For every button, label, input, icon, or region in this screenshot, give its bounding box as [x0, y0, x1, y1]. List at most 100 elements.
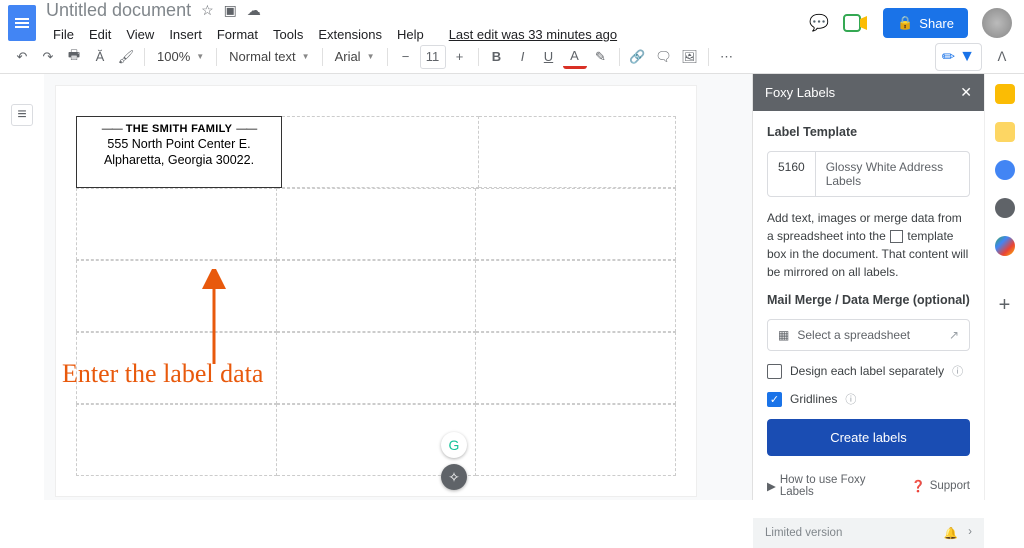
undo-icon[interactable]: ↶ [10, 45, 34, 69]
version-label: Limited version [765, 527, 842, 539]
more-icon[interactable]: ⋯ [715, 45, 739, 69]
last-edit-link[interactable]: Last edit was 33 minutes ago [442, 23, 624, 46]
font-size-inc[interactable]: + [448, 45, 472, 69]
hide-menus-icon[interactable]: ᐱ [990, 45, 1014, 69]
document-title[interactable]: Untitled document [46, 0, 191, 21]
meet-icon[interactable] [843, 13, 869, 33]
lock-icon: 🔒 [897, 15, 913, 31]
label-cell[interactable] [277, 260, 477, 332]
comment-icon[interactable]: 🗨 [652, 45, 676, 69]
document-canvas[interactable]: THE SMITH FAMILY 555 North Point Center … [44, 74, 752, 500]
style-select[interactable]: Normal text▼ [223, 49, 315, 64]
create-labels-button[interactable]: Create labels [767, 419, 970, 456]
print-icon[interactable]: 🖶 [62, 45, 86, 69]
label-cell[interactable] [476, 188, 676, 260]
label-cell[interactable] [76, 260, 277, 332]
move-icon[interactable]: ▣ [224, 2, 237, 19]
label-cell[interactable] [476, 404, 676, 476]
menu-help[interactable]: Help [390, 23, 431, 46]
menu-view[interactable]: View [119, 23, 161, 46]
open-external-icon[interactable]: ↗ [949, 328, 959, 342]
howto-link[interactable]: ▶ How to use Foxy Labels [767, 474, 897, 498]
sidebar-title: Foxy Labels [765, 85, 835, 100]
template-code: 5160 [768, 152, 816, 196]
menu-bar: File Edit View Insert Format Tools Exten… [46, 23, 624, 46]
info-icon[interactable]: ⓘ [952, 363, 963, 379]
label-line-3: Alpharetta, Georgia 30022. [81, 153, 277, 167]
label-cell[interactable] [476, 260, 676, 332]
font-size-dec[interactable]: − [394, 45, 418, 69]
account-avatar[interactable] [982, 8, 1012, 38]
template-name: Glossy White Address Labels [816, 152, 969, 196]
font-size-input[interactable]: 11 [420, 45, 446, 69]
redo-icon[interactable]: ↷ [36, 45, 60, 69]
annotation-text: Enter the label data [62, 359, 263, 389]
template-selector[interactable]: 5160 Glossy White Address Labels [767, 151, 970, 197]
menu-edit[interactable]: Edit [82, 23, 118, 46]
spreadsheet-placeholder: Select a spreadsheet [797, 328, 910, 342]
opt-separate-label: Design each label separately [790, 364, 944, 378]
left-gutter: ≡ [0, 74, 44, 500]
mode-select[interactable]: ✏ ▼ [935, 43, 982, 71]
contacts-icon[interactable] [995, 198, 1015, 218]
grammarly-icon[interactable]: G [441, 432, 467, 458]
label-cell[interactable] [476, 332, 676, 404]
close-icon[interactable]: ✕ [960, 84, 972, 101]
share-button[interactable]: 🔒 Share [883, 8, 968, 38]
menu-file[interactable]: File [46, 23, 81, 46]
font-select[interactable]: Arial▼ [329, 49, 381, 64]
image-icon[interactable]: 🖼 [678, 45, 702, 69]
zoom-select[interactable]: 100%▼ [151, 49, 210, 64]
info-icon[interactable]: ⓘ [845, 391, 856, 407]
text-color-icon[interactable]: A [563, 45, 587, 69]
label-line-2: 555 North Point Center E. [81, 137, 277, 151]
opt-gridlines-label: Gridlines [790, 392, 837, 406]
bold-icon[interactable]: B [485, 45, 509, 69]
comments-icon[interactable]: 💬 [809, 13, 829, 33]
support-link[interactable]: ❓ Support [911, 474, 970, 498]
bell-icon[interactable]: 🔔 [944, 526, 958, 540]
paint-format-icon[interactable]: 🖌 [114, 45, 138, 69]
annotation-arrow-icon [199, 269, 229, 369]
highlight-icon[interactable]: ✎ [589, 45, 613, 69]
link-icon[interactable]: 🔗 [626, 45, 650, 69]
label-line-1: THE SMITH FAMILY [81, 123, 277, 135]
spellcheck-icon[interactable]: Ă [88, 45, 112, 69]
share-label: Share [919, 16, 954, 31]
label-cell[interactable] [76, 404, 277, 476]
label-cell[interactable] [277, 188, 477, 260]
add-addon-icon[interactable]: + [999, 294, 1011, 317]
keep-icon[interactable] [995, 122, 1015, 142]
menu-tools[interactable]: Tools [266, 23, 310, 46]
menu-insert[interactable]: Insert [162, 23, 209, 46]
label-cell[interactable] [277, 332, 477, 404]
select-spreadsheet-button[interactable]: ▦ Select a spreadsheet ↗ [767, 319, 970, 351]
docs-logo-icon[interactable] [8, 5, 36, 41]
separator [144, 48, 145, 66]
checkbox-design-separate[interactable] [767, 364, 782, 379]
label-cell[interactable] [76, 188, 277, 260]
calendar-icon[interactable] [995, 84, 1015, 104]
sidebar-header: Foxy Labels ✕ [753, 74, 984, 111]
side-rail: + [984, 74, 1024, 500]
mail-merge-heading: Mail Merge / Data Merge (optional) [767, 293, 970, 307]
menu-format[interactable]: Format [210, 23, 265, 46]
label-cell[interactable] [282, 116, 479, 188]
tasks-icon[interactable] [995, 160, 1015, 180]
maps-icon[interactable] [995, 236, 1015, 256]
underline-icon[interactable]: U [537, 45, 561, 69]
cloud-status-icon[interactable]: ☁ [247, 2, 261, 19]
star-icon[interactable]: ☆ [201, 2, 214, 19]
chevron-right-icon[interactable]: › [968, 526, 972, 540]
italic-icon[interactable]: I [511, 45, 535, 69]
app-header: Untitled document ☆ ▣ ☁ File Edit View I… [0, 0, 1024, 40]
label-grid: THE SMITH FAMILY 555 North Point Center … [76, 116, 676, 496]
spreadsheet-icon: ▦ [778, 328, 789, 342]
template-box-icon [890, 230, 903, 243]
outline-toggle-icon[interactable]: ≡ [11, 104, 33, 126]
label-cell[interactable] [479, 116, 676, 188]
explore-icon[interactable]: ✧ [441, 464, 467, 490]
checkbox-gridlines[interactable]: ✓ [767, 392, 782, 407]
label-cell-active[interactable]: THE SMITH FAMILY 555 North Point Center … [76, 116, 282, 188]
menu-extensions[interactable]: Extensions [311, 23, 389, 46]
